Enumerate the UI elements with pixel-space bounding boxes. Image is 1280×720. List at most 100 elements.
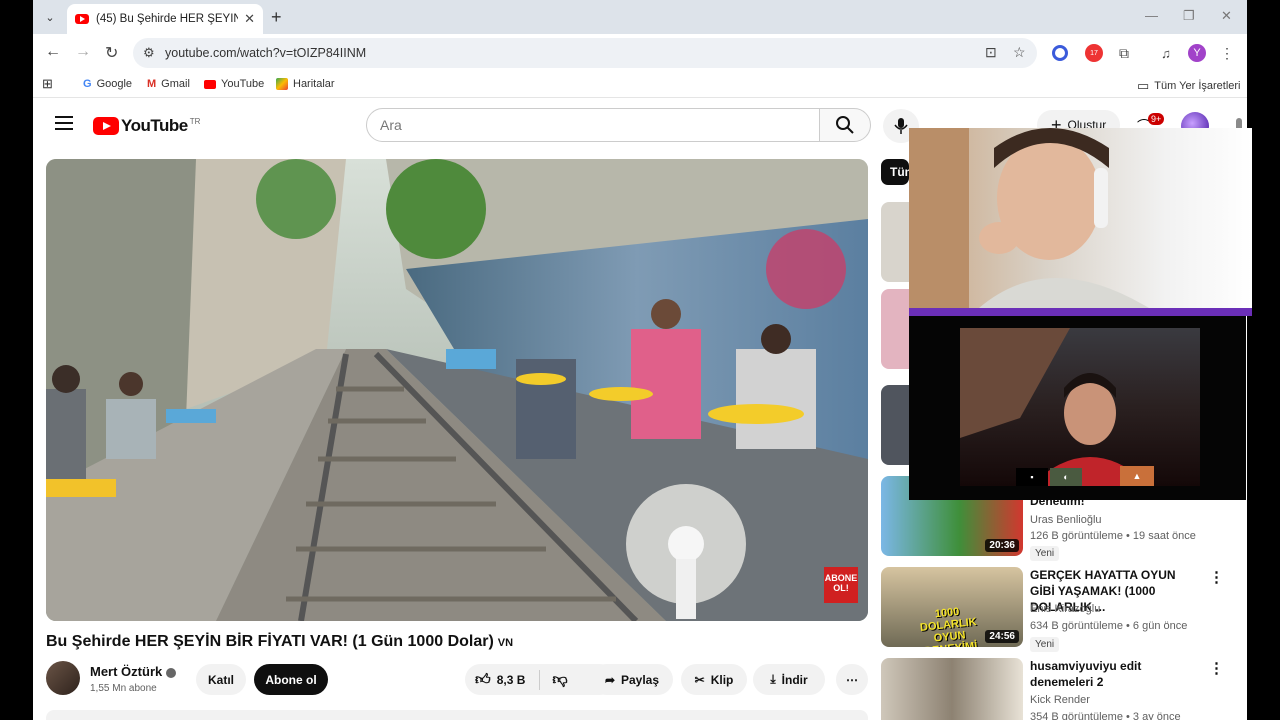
minimize-button[interactable]: —: [1145, 8, 1158, 23]
bookmarks-bar: ⊞ G Google M Gmail YouTube Haritalar ▭ T…: [33, 72, 1247, 98]
channel-name[interactable]: Mert Öztürk: [90, 664, 177, 679]
gmail-icon: M: [147, 78, 157, 90]
youtube-logo-icon: [93, 117, 119, 135]
bookmark-google[interactable]: G Google: [83, 78, 132, 90]
channel-avatar[interactable]: [46, 661, 80, 695]
address-bar[interactable]: ⚙ youtube.com/watch?v=tOIZP84IINM ⊡ ☆: [133, 38, 1037, 68]
join-button[interactable]: Katıl: [196, 664, 246, 695]
search-button[interactable]: [819, 108, 871, 142]
notification-badge: 9+: [1148, 113, 1165, 125]
video-duration: 24:56: [985, 630, 1019, 643]
subscribe-button[interactable]: Abone ol: [254, 664, 328, 695]
close-tab-icon[interactable]: ✕: [244, 11, 255, 27]
scissors-icon: ✂: [694, 672, 705, 687]
subscribe-overlay-badge[interactable]: ABONE OL!: [824, 567, 858, 603]
download-button[interactable]: ⤓ İndir: [753, 664, 825, 695]
divider: [539, 669, 541, 690]
all-bookmarks[interactable]: ▭ Tüm Yer İşaretleri: [1137, 78, 1241, 94]
extension-circle-icon[interactable]: [1052, 45, 1068, 61]
clip-button[interactable]: ✂ Klip: [681, 664, 747, 695]
more-actions-button[interactable]: ⋯: [836, 664, 868, 695]
more-options-icon[interactable]: ⋮: [1209, 659, 1224, 677]
hud-icon: ▪: [1016, 468, 1048, 486]
menu-dots-icon[interactable]: ⋮: [1218, 44, 1236, 62]
search-input[interactable]: [367, 109, 819, 141]
video-frame: [46, 159, 868, 621]
video-player[interactable]: ABONE OL!: [46, 159, 868, 621]
recommended-title[interactable]: husamviyuviyu edit denemeleri 2: [1030, 658, 1195, 690]
bookmark-gmail[interactable]: M Gmail: [147, 78, 190, 90]
bookmark-label: YouTube: [221, 78, 265, 90]
like-count: 8,3 B: [496, 672, 526, 687]
extension-badge-icon[interactable]: 17: [1085, 44, 1103, 62]
profile-avatar[interactable]: Y: [1188, 44, 1206, 62]
reload-icon[interactable]: ↻: [105, 43, 118, 63]
extensions-puzzle-icon[interactable]: ⧉: [1115, 44, 1133, 62]
video-title-suffix: VN: [497, 637, 514, 649]
hamburger-menu-icon[interactable]: [55, 116, 73, 134]
more-dots-icon: ⋯: [846, 672, 858, 687]
subscribe-label: Abone ol: [265, 672, 317, 687]
subscriber-count: 1,55 Mn abone: [90, 683, 157, 694]
channel-name-text: Mert Öztürk: [90, 664, 163, 679]
search-icon: [836, 116, 854, 134]
new-badge: Yeni: [1030, 546, 1060, 561]
region-code: TR: [189, 116, 201, 126]
maximize-button[interactable]: ❐: [1183, 8, 1195, 24]
share-button[interactable]: ➦ Paylaş: [591, 664, 673, 695]
folder-icon: ▭: [1137, 78, 1150, 93]
browser-toolbar: ← → ↻ ⚙ youtube.com/watch?v=tOIZP84IINM …: [33, 34, 1247, 72]
forward-icon[interactable]: →: [75, 43, 91, 61]
recommended-thumbnail[interactable]: 1000 DOLARLIK OYUN DENEYİMİ 24:56: [881, 567, 1023, 647]
description-box[interactable]: [46, 710, 868, 720]
recommended-channel[interactable]: Enis Kirazoğlu: [1030, 603, 1100, 615]
webcam-overlay-secondary: ▪ ◐ ▲: [909, 316, 1246, 500]
filter-chip-label: Tümü: [890, 165, 909, 179]
microphone-icon: [894, 118, 908, 134]
clip-label: Klip: [710, 672, 734, 687]
tab-search-button[interactable]: ⌄: [39, 6, 61, 28]
recommended-meta: 354 B görüntüleme • 3 ay önce: [1030, 711, 1181, 720]
close-window-button[interactable]: ✕: [1221, 8, 1232, 24]
recommended-meta: 634 B görüntüleme • 6 gün önce: [1030, 620, 1188, 632]
tab-strip: ⌄ (45) Bu Şehirde HER ŞEYİN BİR FİYATI V…: [33, 0, 1247, 34]
youtube-favicon-icon: [75, 14, 89, 24]
new-tab-button[interactable]: +: [271, 7, 282, 28]
verified-icon: [166, 667, 177, 678]
youtube-logo[interactable]: YouTube TR: [93, 116, 200, 136]
recommended-channel[interactable]: Kick Render: [1030, 694, 1090, 706]
bookmark-label: Google: [96, 78, 133, 90]
overlay-divider-bar: [909, 308, 1252, 316]
dislike-icon[interactable]: 👎︎: [552, 671, 567, 689]
webcam-frame: [909, 128, 1149, 308]
browser-tab[interactable]: (45) Bu Şehirde HER ŞEYİN BİR FİYATI VAR…: [67, 4, 263, 34]
back-icon[interactable]: ←: [45, 43, 61, 61]
new-badge: Yeni: [1030, 637, 1060, 652]
download-label: İndir: [781, 672, 808, 687]
hud-icon: ◐: [1050, 468, 1082, 486]
like-button[interactable]: 👍︎ 8,3 B: [475, 671, 525, 689]
webcam-person: [960, 328, 1150, 486]
recommended-channel[interactable]: Uras Benlioğlu: [1030, 514, 1102, 526]
filter-chip-all[interactable]: Tümü: [881, 159, 909, 185]
recommended-meta: 126 B görüntüleme • 19 saat önce: [1030, 530, 1196, 542]
recommended-thumbnail[interactable]: [881, 658, 1023, 720]
download-icon: ⤓: [770, 672, 776, 686]
bookmark-maps[interactable]: Haritalar: [276, 78, 335, 90]
profile-initial: Y: [1193, 47, 1201, 59]
install-app-icon[interactable]: ⊡: [985, 44, 997, 61]
site-info-icon[interactable]: ⚙: [143, 45, 155, 61]
bookmark-star-icon[interactable]: ☆: [1013, 44, 1026, 61]
bookmark-label: Haritalar: [293, 78, 335, 90]
share-icon: ➦: [604, 672, 615, 687]
search-box: [366, 108, 820, 142]
thumbnail-text: 1000 DOLARLIK OYUN DENEYİMİ: [919, 605, 978, 647]
media-control-icon[interactable]: ♫: [1157, 44, 1175, 62]
more-options-icon[interactable]: ⋮: [1209, 568, 1224, 586]
extension-badge-count: 17: [1090, 49, 1098, 57]
webcam-overlay-primary: [909, 128, 1252, 308]
apps-grid-icon[interactable]: ⊞: [42, 76, 53, 92]
tab-title: (45) Bu Şehirde HER ŞEYİN BİR FİYATI VAR…: [96, 13, 239, 25]
google-icon: G: [83, 78, 92, 90]
bookmark-youtube[interactable]: YouTube: [204, 78, 264, 90]
